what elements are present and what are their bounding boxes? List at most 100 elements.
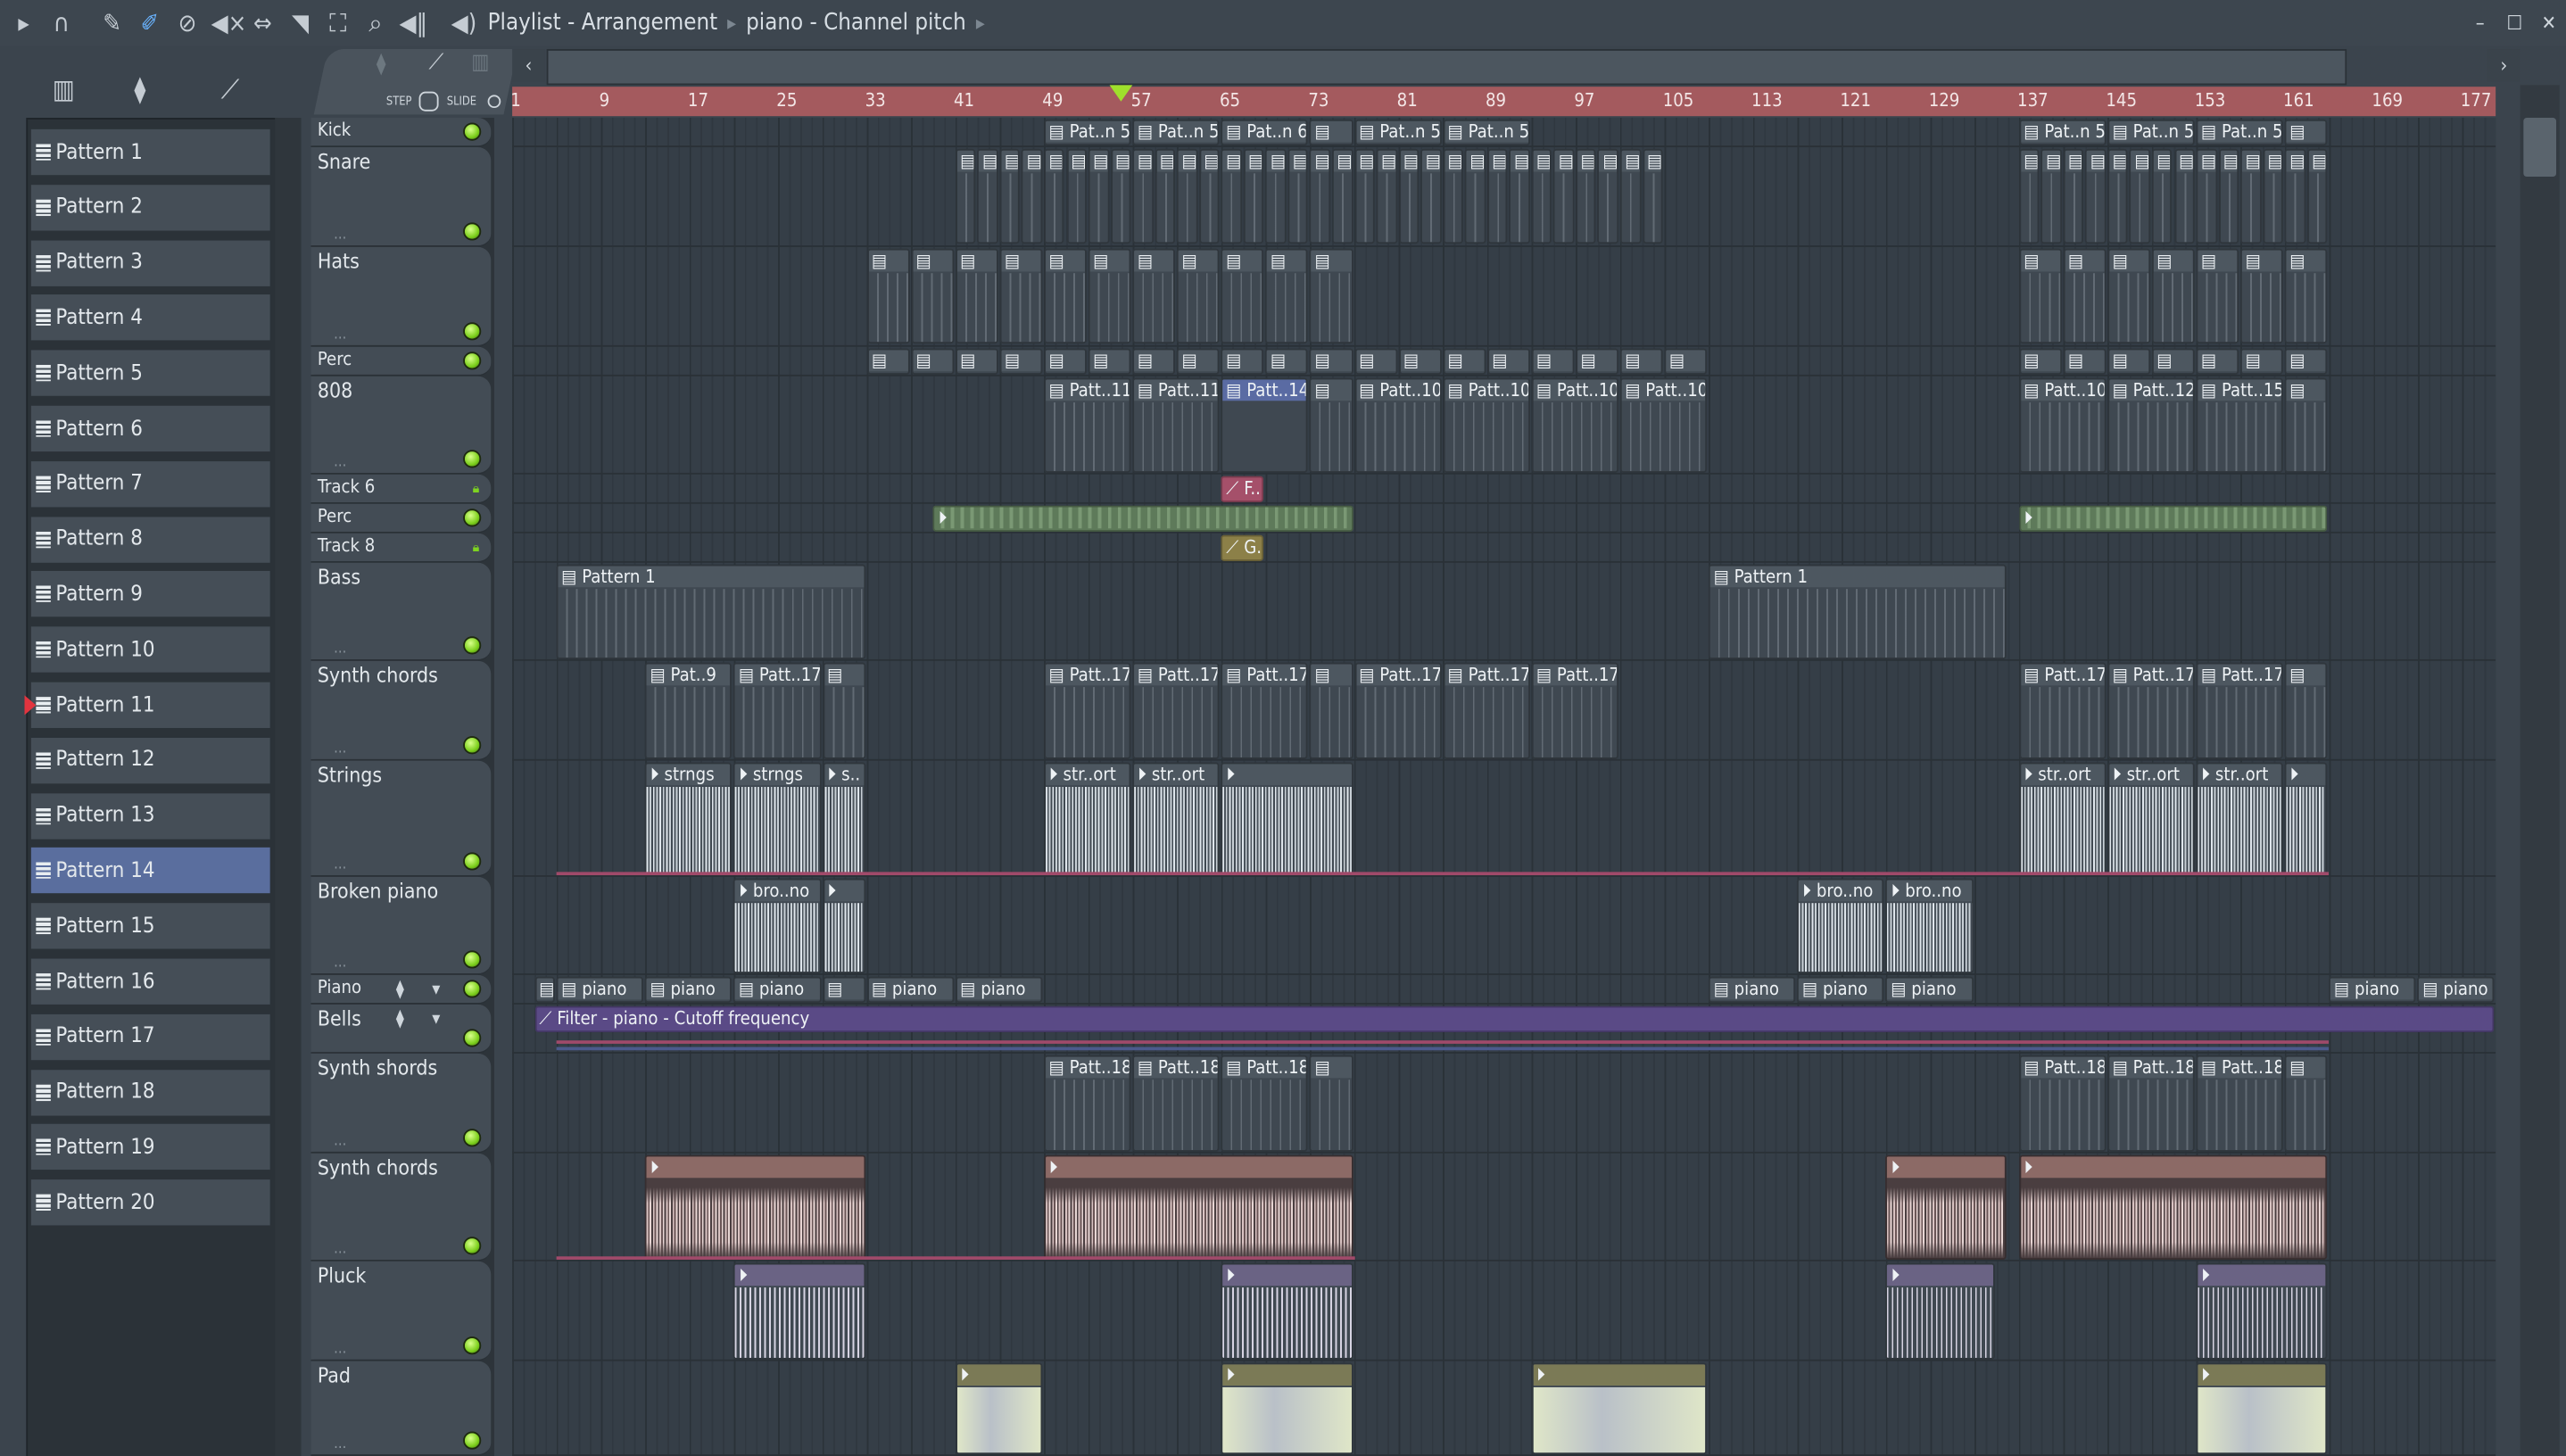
pattern-clip[interactable]: ▤ [1287, 148, 1309, 244]
pattern-clip[interactable]: ▤ [1310, 348, 1353, 375]
audio-clip[interactable]: ⏵ strngs [645, 762, 733, 876]
pattern-item[interactable]: Pattern 10 [30, 626, 270, 673]
track-header[interactable]: Synth shords... [310, 1053, 492, 1154]
pattern-clip[interactable]: ▤ [822, 976, 865, 1004]
pattern-track-icon[interactable]: ▥ [471, 51, 489, 76]
audio-clip[interactable]: ⏵ [955, 1362, 1043, 1455]
pattern-clip[interactable]: ▤ [1353, 148, 1375, 244]
pattern-clip[interactable]: ▤ [1531, 148, 1552, 244]
pattern-item[interactable]: Pattern 16 [30, 958, 270, 1005]
pattern-clip[interactable]: ▤ Patt..10 [1353, 377, 1442, 473]
pattern-clip[interactable]: ▤ [1310, 662, 1353, 759]
pattern-clip[interactable]: ▤ [1132, 248, 1176, 344]
pattern-clip[interactable]: ▤ Pat..n 5 [1353, 119, 1442, 146]
track-menu-dots-icon[interactable]: ... [334, 1242, 346, 1258]
speaker-icon[interactable]: ◀) [450, 8, 477, 37]
track-header[interactable]: Perc [310, 503, 492, 534]
pattern-clip[interactable]: ▤ [534, 976, 555, 1004]
pattern-clip[interactable]: ▤ [1576, 348, 1618, 375]
track-menu-dots-icon[interactable]: ... [334, 1134, 346, 1150]
audio-clip[interactable]: ⏵ [1885, 1154, 2007, 1260]
pattern-clip[interactable]: ▤ [1132, 348, 1176, 375]
pattern-clip[interactable]: ▤ [1044, 348, 1087, 375]
automation-clip[interactable]: ⟋ F.. [1221, 476, 1264, 502]
track-enable-led[interactable] [463, 352, 482, 370]
pattern-clip[interactable]: ▤ [1353, 348, 1397, 375]
track-header[interactable]: Pad... [310, 1361, 492, 1456]
pattern-clip[interactable]: ▤ Patt..11 [1044, 377, 1131, 473]
track-menu-dots-icon[interactable]: ... [334, 327, 346, 343]
pattern-clip[interactable]: ▤ [1022, 148, 1043, 244]
pattern-item[interactable]: Pattern 1 [30, 128, 270, 176]
track-header[interactable]: Track 8 🔒︎ [310, 533, 492, 563]
dropdown-arrow-icon[interactable]: ▾ [432, 1008, 440, 1030]
pattern-clip[interactable]: ▤ Patt..10 [1443, 377, 1530, 473]
pattern-clip[interactable]: ▤ [1044, 148, 1065, 244]
track-menu-dots-icon[interactable]: ... [334, 956, 346, 972]
pattern-clip[interactable]: ▤ Pat..n 5 [1132, 119, 1220, 146]
pattern-clip[interactable]: ▤ piano [866, 976, 954, 1004]
pattern-clip[interactable]: ▤ Patt..15 [2196, 377, 2284, 473]
track-header[interactable]: Kick [310, 118, 492, 148]
pattern-clip[interactable]: ▤ [911, 348, 954, 375]
vertical-scrollbar[interactable] [2520, 85, 2560, 1456]
playlist-grid[interactable]: ▤ Pat..n 5 ▤ Pat..n 5 ▤ Pat..n 6 ▤ ▤ Pat..n… [512, 118, 2496, 1456]
pattern-clip[interactable]: ▤ piano [733, 976, 821, 1004]
track-header[interactable]: Piano ⧫ ▾ [310, 974, 492, 1005]
pattern-clip[interactable]: ▤ Pat..n 5 [2107, 119, 2195, 146]
pattern-clip[interactable]: ▤ [2284, 119, 2328, 146]
pattern-item[interactable]: Pattern 7 [30, 460, 270, 508]
magnet-icon[interactable]: ∩ [47, 8, 75, 37]
vertical-scrollbar-thumb[interactable] [2523, 118, 2557, 178]
arrangement-overview[interactable] [546, 49, 2347, 86]
pattern-clip[interactable]: ▤ [1486, 148, 1508, 244]
pattern-clip[interactable]: ▤ Patt..17 [733, 662, 821, 759]
automation-track-icon[interactable]: ⟋ [429, 51, 444, 76]
audio-clip[interactable]: ⏵ [733, 1262, 865, 1360]
pattern-clip[interactable]: ▤ [2263, 148, 2284, 244]
pattern-clip[interactable]: ▤ [2306, 148, 2328, 244]
pattern-clip[interactable]: ▤ [1177, 248, 1220, 344]
delete-icon[interactable]: ⊘ [173, 8, 201, 37]
track-menu-dots-icon[interactable]: ... [334, 228, 346, 244]
automation-icon[interactable]: ⟋ [221, 74, 240, 107]
track-enable-led[interactable] [463, 980, 482, 998]
pattern-clip[interactable]: ▤ Pattern 1 [1709, 564, 2007, 659]
audio-clip[interactable]: ⏵ [1044, 1154, 1353, 1260]
track-header[interactable]: Synth chords... [310, 1153, 492, 1262]
track-enable-led[interactable] [463, 1431, 482, 1450]
select-icon[interactable]: ⛶ [324, 8, 352, 37]
audio-clip[interactable]: ⏵ [1531, 1362, 1708, 1455]
track-menu-dots-icon[interactable]: ... [334, 455, 346, 471]
pattern-clip[interactable]: ▤ [1664, 348, 1708, 375]
pattern-clip[interactable]: ▤ [2196, 348, 2239, 375]
track-enable-led[interactable] [463, 1129, 482, 1147]
pattern-clip[interactable]: ▤ piano [556, 976, 644, 1004]
dropdown-arrow-icon[interactable]: ▾ [432, 979, 440, 1000]
slide-toggle[interactable] [487, 95, 501, 109]
pattern-clip[interactable]: ▤ Patt..18 [1221, 1055, 1309, 1152]
audio-clip[interactable]: ⏵ [1221, 1362, 1353, 1455]
pattern-clip[interactable]: ▤ [2107, 348, 2151, 375]
pattern-clip[interactable]: ▤ piano [645, 976, 733, 1004]
pattern-clip[interactable]: ▤ [1265, 248, 1309, 344]
pattern-clip[interactable]: ▤ [2151, 248, 2195, 344]
track-enable-led[interactable] [463, 322, 482, 341]
pattern-clip[interactable]: ▤ [1465, 148, 1486, 244]
pattern-clip[interactable]: ▤ Pat..n 5 [1443, 119, 1530, 146]
track-header[interactable]: Bells ⧫ ▾ [310, 1004, 492, 1054]
audio-clip[interactable]: ⏵ [2018, 505, 2328, 532]
track-header[interactable]: Bass... [310, 562, 492, 661]
pattern-clip[interactable]: ▤ [2085, 148, 2107, 244]
pattern-clip[interactable]: ▤ Patt..11 [1132, 377, 1220, 473]
audio-clip[interactable]: ⏵ str..ort [1044, 762, 1131, 876]
pattern-item[interactable]: Pattern 17 [30, 1013, 270, 1060]
track-header[interactable]: Broken piano... [310, 876, 492, 975]
pattern-clip[interactable]: ▤ [1198, 148, 1220, 244]
pattern-clip[interactable]: ▤ Patt..10 [1531, 377, 1618, 473]
pattern-clip[interactable]: ▤ [1443, 348, 1486, 375]
pattern-clip[interactable]: ▤ [955, 148, 976, 244]
audio-clip[interactable]: ⏵ [645, 1154, 865, 1260]
pattern-clip[interactable]: ▤ [1265, 148, 1287, 244]
pattern-clip[interactable]: ▤ Patt..10 [2018, 377, 2107, 473]
